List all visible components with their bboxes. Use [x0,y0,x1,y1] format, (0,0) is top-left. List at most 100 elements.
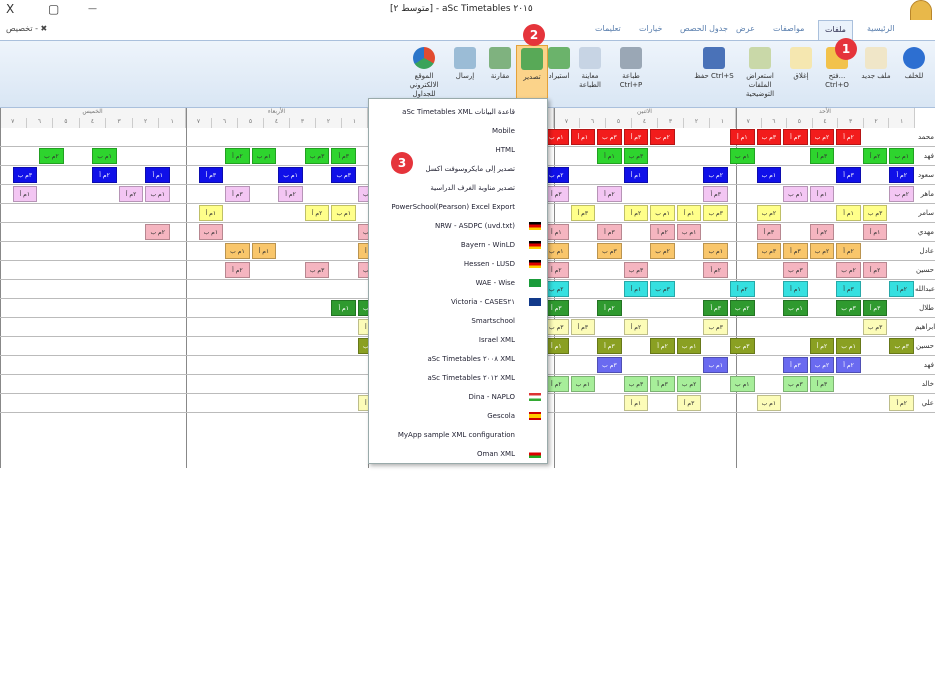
lesson-cell[interactable]: ١م ب [278,167,303,183]
lesson-cell[interactable]: ٢م ب [809,243,835,259]
lesson-cell[interactable]: ٣م ب [783,262,808,278]
lesson-cell[interactable]: ٣م ب [783,376,808,392]
new-file-button[interactable]: ملف جديد [857,45,895,105]
lesson-cell[interactable]: ٣م أ [703,300,728,316]
lesson-cell[interactable]: ٣م ب [703,319,728,335]
lesson-cell[interactable]: ٢م أ [889,281,914,297]
lesson-cell[interactable]: ١م أ [623,167,649,183]
tab-home[interactable]: الرئيسية [864,24,898,33]
lesson-cell[interactable]: ١م أ [676,205,702,221]
lesson-cell[interactable]: ٢م أ [862,148,888,164]
lesson-cell[interactable]: ٣م ب [623,262,649,278]
browse-demo-button[interactable]: استعراض الملفات التوضيحية [736,45,784,105]
lesson-cell[interactable]: ٢م أ [889,395,914,411]
lesson-cell[interactable]: ٣م أ [783,129,808,145]
lesson-cell[interactable]: ٣م ب [862,319,888,335]
lesson-cell[interactable]: ١م ب [756,167,782,183]
lesson-cell[interactable]: ٣م ب [12,167,38,183]
lesson-cell[interactable]: ١م ب [783,300,808,316]
export-menu-item[interactable]: Gescola [369,407,547,426]
export-menu-item[interactable]: WAE - Wise [369,274,547,293]
export-menu-item[interactable]: aSc Timetables ٢٠١٢ XML [369,369,547,388]
close-file-button[interactable]: إغلاق [784,45,818,105]
lesson-cell[interactable]: ١م ب [783,186,808,202]
teacher-name[interactable]: حسين [915,337,935,356]
lesson-cell[interactable]: ٣م ب [597,243,622,259]
lesson-cell[interactable]: ٢م أ [836,129,861,145]
teacher-name[interactable]: سامر [915,204,935,223]
export-menu-item[interactable]: Bayern - WinLD [369,236,547,255]
lesson-cell[interactable]: ٢م ب [145,224,170,240]
lesson-cell[interactable]: ٢م أ [225,148,250,164]
lesson-cell[interactable]: ١م ب [676,224,702,240]
tab-help[interactable]: تعليمات [592,24,624,33]
lesson-cell[interactable]: ٣م ب [331,167,356,183]
lesson-cell[interactable]: ١م أ [836,205,861,221]
lesson-cell[interactable]: ٣م ب [623,376,649,392]
export-menu-item[interactable]: MyApp sample XML configuration [369,426,547,445]
teacher-name[interactable]: سعود [915,166,935,185]
lesson-cell[interactable]: ٣م أ [198,167,224,183]
customize-menu[interactable]: تخصيص - ✖ [6,24,47,33]
lesson-cell[interactable]: ١م أ [809,186,835,202]
lesson-cell[interactable]: ٣م أ [809,148,835,164]
lesson-cell[interactable]: ٣م ب [862,205,888,221]
lesson-cell[interactable]: ٢م أ [889,167,914,183]
lesson-cell[interactable]: ٢م أ [809,224,835,240]
lesson-cell[interactable]: ١م أ [198,205,224,221]
lesson-cell[interactable]: ١م ب [650,205,675,221]
lesson-cell[interactable]: ٢م أ [118,186,144,202]
teacher-name[interactable]: حسين [915,261,935,280]
lesson-cell[interactable]: ٢م أ [809,338,835,354]
export-menu-item[interactable]: Oman XML [369,445,547,464]
lesson-cell[interactable]: ٣م ب [889,338,914,354]
lesson-cell[interactable]: ٢م أ [278,186,303,202]
teacher-name[interactable]: ماهر [915,185,935,204]
website-button[interactable]: الموقع الالكتروني للجداول المدرسية [400,45,448,107]
lesson-cell[interactable]: ١م أ [862,224,888,240]
lesson-cell[interactable]: ٣م أ [783,243,808,259]
lesson-cell[interactable]: ٣م أ [225,186,250,202]
lesson-cell[interactable]: ٢م ب [756,205,782,221]
lesson-cell[interactable]: ١م ب [703,243,728,259]
lesson-cell[interactable]: ١م أ [331,300,356,316]
import-button[interactable]: استيراد [548,45,570,105]
lesson-cell[interactable]: ١م ب [570,376,596,392]
lesson-cell[interactable]: ٣م أ [597,224,622,240]
lesson-cell[interactable]: ٢م أ [703,262,728,278]
lesson-cell[interactable]: ٣م أ [623,129,649,145]
lesson-cell[interactable]: ١م ب [331,205,356,221]
lesson-cell[interactable]: ١م ب [251,148,277,164]
lesson-cell[interactable]: ٣م ب [730,338,755,354]
lesson-cell[interactable]: ٣م أ [756,224,782,240]
close-window-button[interactable]: X [6,2,14,16]
export-menu-item[interactable]: Dina - NAPLO [369,388,547,407]
export-button[interactable]: تصدير [516,45,548,105]
lesson-cell[interactable]: ٣م ب [623,148,649,164]
lesson-cell[interactable]: ١م ب [730,376,755,392]
lesson-cell[interactable]: ١م أ [623,281,649,297]
teacher-name[interactable]: محمد [915,128,935,147]
print-preview-button[interactable]: معاينة الطباعة [570,45,610,105]
lesson-cell[interactable]: ٢م ب [703,167,728,183]
lesson-cell[interactable]: ٣م ب [650,281,675,297]
export-menu-item[interactable]: NRW - ASDPC (uvd.txt) [369,217,547,236]
lesson-cell[interactable]: ٢م ب [809,357,835,373]
export-menu-item[interactable]: Mobile [369,122,547,141]
lesson-cell[interactable]: ٢م ب [650,129,675,145]
lesson-cell[interactable]: ٢م أ [730,281,755,297]
lesson-cell[interactable]: ٢م ب [730,300,755,316]
lesson-cell[interactable]: ٣م أ [331,148,356,164]
lesson-cell[interactable]: ١م ب [676,338,702,354]
teacher-name[interactable]: طلال [915,299,935,318]
tab-timetable[interactable]: جدول الحصص [677,24,731,33]
export-menu-item[interactable]: Hessen - LUSD [369,255,547,274]
export-menu-item[interactable]: aSc Timetables ٢٠٠٨ XML [369,350,547,369]
teacher-name[interactable]: فهد [915,147,935,166]
teacher-name[interactable]: عادل [915,242,935,261]
tab-files[interactable]: ملفات [818,20,853,40]
lesson-cell[interactable]: ٢م ب [889,186,914,202]
export-menu-item[interactable]: Israel XML [369,331,547,350]
minimize-window-button[interactable]: — [88,4,97,14]
lesson-cell[interactable]: ١م أ [597,148,622,164]
